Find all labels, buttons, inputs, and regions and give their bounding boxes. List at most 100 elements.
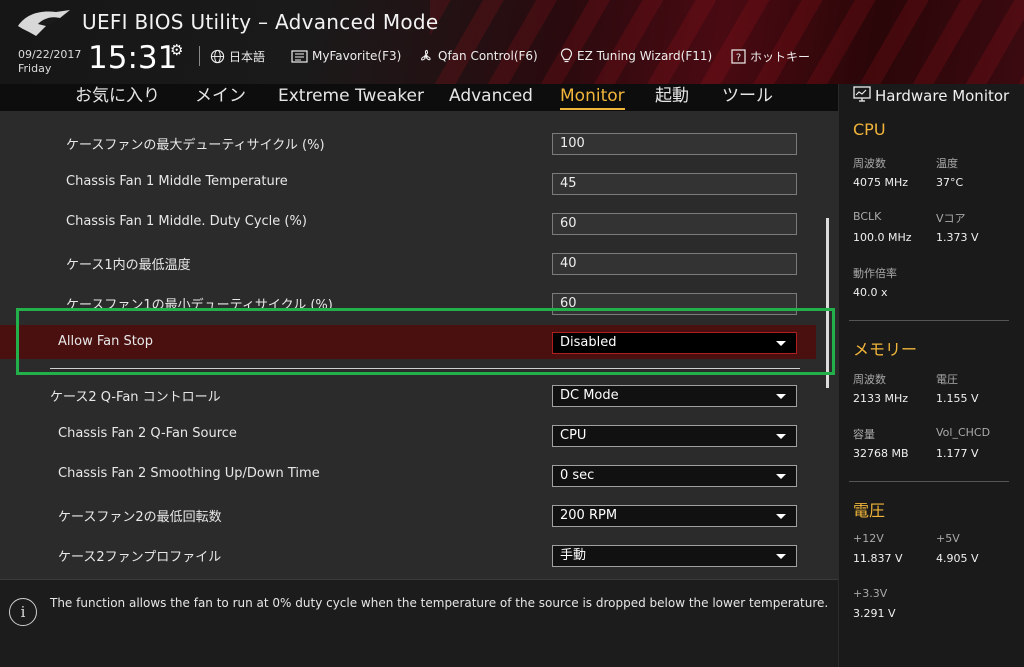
date-display: 09/22/2017 Friday [18, 48, 81, 76]
vcore-label: Vコア [936, 212, 966, 225]
setting-row[interactable]: Chassis Fan 1 Middle. Duty Cycle (%) 60 [0, 205, 838, 241]
setting-label: Chassis Fan 1 Middle Temperature [66, 174, 288, 189]
setting-label: ケースファン2の最低回転数 [58, 510, 222, 525]
selection-underline [50, 368, 800, 369]
setting-row[interactable]: Chassis Fan 1 Middle Temperature 45 [0, 165, 838, 201]
app-title: UEFI BIOS Utility – Advanced Mode [82, 10, 439, 34]
v5-label: +5V [936, 532, 960, 545]
setting-label: ケースファンの最大デューティサイクル (%) [66, 138, 325, 153]
chevron-down-icon [776, 394, 786, 399]
setting-row[interactable]: ケースファン2の最低回転数 200 RPM [0, 497, 838, 533]
ratio-label: 動作倍率 [853, 267, 897, 280]
setting-value-field[interactable]: 40 [552, 253, 797, 275]
setting-label: Chassis Fan 2 Q-Fan Source [58, 426, 237, 441]
setting-row[interactable]: ケース2 Q-Fan コントロール DC Mode [0, 377, 838, 413]
cpu-temp-label: 温度 [936, 157, 958, 170]
tab-main[interactable]: メイン [195, 84, 246, 108]
cpu-freq-value: 4075 MHz [853, 176, 909, 189]
dropdown-value: 0 sec [560, 468, 595, 483]
voltage-heading: 電圧 [853, 501, 886, 520]
vol-chcd-label: Vol_CHCD [936, 426, 991, 439]
dropdown-value: DC Mode [560, 388, 619, 403]
setting-value-field[interactable]: 60 [552, 213, 797, 235]
setting-row[interactable]: ケース2ファンプロファイル 手動 [0, 537, 838, 573]
help-text: The function allows the fan to run at 0%… [50, 596, 829, 610]
mem-capacity-label: 容量 [853, 428, 875, 441]
tab-favorites[interactable]: お気に入り [75, 84, 160, 108]
language-button[interactable]: 日本語 [210, 46, 265, 66]
dropdown-value: 200 RPM [560, 508, 618, 523]
divider [849, 320, 1009, 321]
setting-dropdown[interactable]: 0 sec [552, 465, 797, 487]
dropdown-value: 手動 [560, 548, 587, 563]
highlight-box [16, 308, 835, 375]
help-icon: ? [731, 48, 746, 64]
hardware-monitor-title: Hardware Monitor [853, 86, 1009, 106]
myfavorite-icon [291, 49, 308, 63]
chevron-down-icon [776, 554, 786, 559]
hardware-monitor-label: Hardware Monitor [875, 87, 1010, 105]
tab-boot[interactable]: 起動 [655, 84, 689, 108]
setting-dropdown[interactable]: 手動 [552, 545, 797, 567]
setting-row[interactable]: ケースファンの最大デューティサイクル (%) 100 [0, 125, 838, 161]
myfavorite-button[interactable]: MyFavorite(F3) [291, 46, 401, 66]
v33-value: 3.291 V [853, 607, 896, 620]
tab-extreme-tweaker[interactable]: Extreme Tweaker [278, 84, 424, 108]
language-label: 日本語 [229, 49, 266, 64]
setting-dropdown[interactable]: 200 RPM [552, 505, 797, 527]
fan-icon [418, 48, 434, 64]
ez-tuning-wizard-label: EZ Tuning Wizard(F11) [577, 49, 713, 63]
setting-row[interactable]: Chassis Fan 2 Smoothing Up/Down Time 0 s… [0, 457, 838, 493]
setting-row[interactable]: Chassis Fan 2 Q-Fan Source CPU [0, 417, 838, 453]
setting-label: Chassis Fan 1 Middle. Duty Cycle (%) [66, 214, 307, 229]
chevron-down-icon [776, 474, 786, 479]
cpu-temp-value: 37°C [936, 176, 964, 189]
setting-label: Chassis Fan 2 Smoothing Up/Down Time [58, 466, 320, 481]
toolbar-divider [199, 46, 200, 66]
setting-value-field[interactable]: 45 [552, 173, 797, 195]
date-text: 09/22/2017 [18, 48, 82, 61]
divider [849, 481, 1009, 482]
info-icon: i [9, 598, 37, 626]
mem-volt-value: 1.155 V [936, 392, 979, 405]
bclk-label: BCLK [853, 210, 882, 223]
help-bar: i The function allows the fan to run at … [0, 579, 838, 667]
mem-capacity-value: 32768 MB [853, 447, 909, 460]
rog-logo-icon [18, 10, 70, 36]
dropdown-value: CPU [560, 428, 587, 443]
v12-label: +12V [853, 532, 884, 545]
header-bar: UEFI BIOS Utility – Advanced Mode 09/22/… [0, 0, 1024, 84]
hotkey-label: ホットキー [750, 49, 811, 64]
v12-value: 11.837 V [853, 552, 903, 565]
setting-label: ケース2ファンプロファイル [58, 550, 222, 565]
mem-freq-value: 2133 MHz [853, 392, 909, 405]
tab-advanced[interactable]: Advanced [449, 84, 533, 108]
gear-icon[interactable]: ⚙ [170, 41, 183, 59]
setting-value-field[interactable]: 100 [552, 133, 797, 155]
ratio-value: 40.0 x [853, 286, 888, 299]
ez-tuning-wizard-button[interactable]: EZ Tuning Wizard(F11) [560, 46, 712, 66]
main-nav: お気に入り メイン Extreme Tweaker Advanced Monit… [0, 84, 838, 111]
mem-volt-label: 電圧 [936, 373, 958, 386]
svg-text:?: ? [736, 52, 741, 63]
setting-dropdown[interactable]: CPU [552, 425, 797, 447]
day-text: Friday [18, 62, 52, 75]
setting-dropdown[interactable]: DC Mode [552, 385, 797, 407]
hardware-monitor-panel: Hardware Monitor CPU 周波数 温度 4075 MHz 37°… [838, 84, 1024, 667]
cpu-heading: CPU [853, 120, 886, 139]
v5-value: 4.905 V [936, 552, 979, 565]
qfan-control-label: Qfan Control(F6) [438, 49, 538, 63]
chevron-down-icon [776, 514, 786, 519]
globe-icon [210, 49, 225, 64]
tab-monitor[interactable]: Monitor [560, 84, 625, 110]
vcore-value: 1.373 V [936, 231, 979, 244]
setting-label: ケース1内の最低温度 [66, 258, 191, 273]
hotkey-button[interactable]: ? ホットキー [731, 46, 810, 66]
tab-tool[interactable]: ツール [722, 84, 773, 108]
monitor-icon [853, 86, 871, 106]
setting-row[interactable]: ケース1内の最低温度 40 [0, 245, 838, 281]
qfan-control-button[interactable]: Qfan Control(F6) [418, 46, 538, 66]
v33-label: +3.3V [853, 587, 888, 600]
cpu-freq-label: 周波数 [853, 157, 886, 170]
myfavorite-label: MyFavorite(F3) [312, 49, 402, 63]
